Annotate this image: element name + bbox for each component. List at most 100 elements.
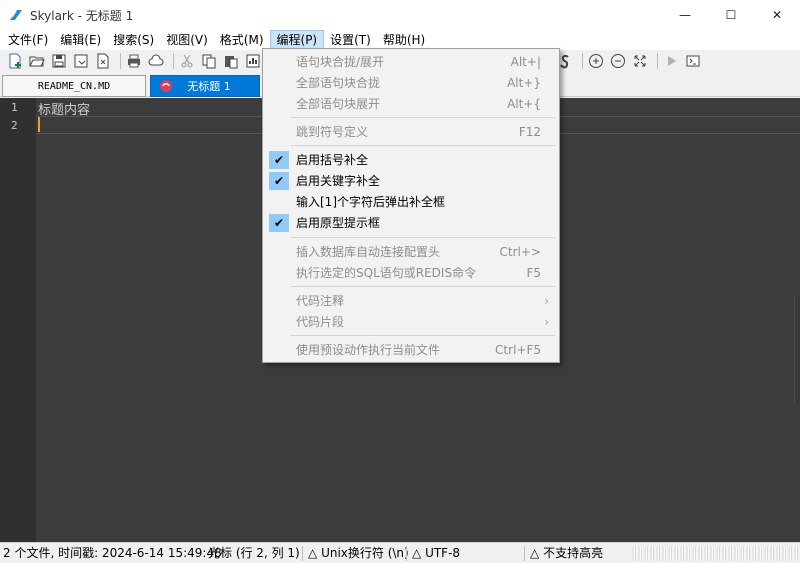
paste-icon	[225, 56, 238, 69]
scissors-icon	[181, 54, 193, 68]
menu-file[interactable]: 文件(F)	[2, 30, 54, 50]
play-icon	[668, 56, 676, 66]
chart-button[interactable]	[244, 52, 262, 70]
menu-item-goto-definition[interactable]: 跳到符号定义 F12	[263, 121, 559, 142]
menu-view[interactable]: 视图(V)	[160, 30, 214, 50]
print-button[interactable]	[125, 52, 143, 70]
toolbar-separator	[120, 53, 121, 69]
menu-separator	[291, 117, 555, 118]
menu-format[interactable]: 格式(M)	[214, 30, 270, 50]
menu-edit[interactable]: 编辑(E)	[54, 30, 107, 50]
tab-label: 无标题 1	[187, 80, 231, 93]
zoom-out-icon	[611, 54, 625, 68]
cloud-button[interactable]	[147, 52, 165, 70]
menu-item-unfold-all[interactable]: 全部语句块展开 Alt+{	[263, 93, 559, 114]
zoom-in-icon	[589, 54, 603, 68]
toolbar-separator	[173, 53, 174, 69]
status-highlight-label: 不支持高亮	[543, 546, 604, 560]
terminal-button[interactable]	[684, 52, 702, 70]
status-bar: 2 个文件, 时间戳: 2024-6-14 15:49:48 光标 (行 2, …	[0, 542, 800, 563]
tab-label: README_CN.MD	[37, 80, 111, 92]
menu-item-code-comment[interactable]: 代码注释 ›	[263, 290, 559, 311]
skylark-app-icon	[10, 10, 22, 20]
menu-item-bracket-completion[interactable]: ✔ 启用括号补全	[263, 149, 559, 170]
folder-open-icon	[29, 56, 45, 67]
window-controls: — ☐ ✕	[662, 0, 800, 30]
status-line-ending-label: Unix换行符 (\n)	[321, 546, 409, 560]
line-number: 2	[11, 119, 18, 132]
triangle-icon: △	[530, 546, 540, 560]
text-caret	[38, 117, 40, 132]
paste-button[interactable]	[222, 52, 240, 70]
menu-item-completion-popup-threshold[interactable]: 输入[1]个字符后弹出补全框	[263, 191, 559, 212]
menu-separator	[291, 335, 555, 336]
line-number-gutter: 1 2	[0, 98, 36, 542]
menu-settings[interactable]: 设置(T)	[324, 30, 377, 50]
minimize-button[interactable]: —	[662, 0, 708, 30]
menu-separator	[291, 237, 555, 238]
tab-readme[interactable]: README_CN.MD	[2, 75, 146, 97]
save-as-button[interactable]	[72, 52, 90, 70]
cloud-icon	[148, 54, 164, 66]
save-button[interactable]	[50, 52, 68, 70]
vertical-scrollbar[interactable]	[794, 296, 800, 404]
menu-help[interactable]: 帮助(H)	[377, 30, 431, 50]
menu-separator	[291, 286, 555, 287]
close-button[interactable]: ✕	[754, 0, 800, 30]
toolbar-right-group	[556, 52, 706, 70]
new-file-icon	[9, 53, 21, 69]
window-title: Skylark - 无标题 1	[30, 8, 134, 23]
menu-programming[interactable]: 编程(P)	[269, 30, 325, 50]
status-divider	[524, 546, 525, 561]
status-highlight[interactable]: △ 不支持高亮	[530, 545, 603, 562]
status-line-ending[interactable]: △ Unix换行符 (\n)	[308, 545, 409, 562]
menu-search[interactable]: 搜索(S)	[107, 30, 160, 50]
status-file-info: 2 个文件, 时间戳: 2024-6-14 15:49:48	[3, 546, 222, 560]
status-encoding-label: UTF-8	[425, 546, 461, 560]
fullscreen-button[interactable]	[631, 52, 649, 70]
code-line: 标题内容	[38, 103, 91, 118]
status-cursor: 光标 (行 2, 列 1)	[208, 546, 300, 560]
file-modified-icon	[160, 80, 173, 92]
menu-item-fold-all[interactable]: 全部语句块合拢 Alt+}	[263, 72, 559, 93]
menu-item-run-preset-action[interactable]: 使用预设动作执行当前文件 Ctrl+F5	[263, 339, 559, 360]
status-encoding[interactable]: △ UTF-8	[412, 545, 460, 562]
menu-separator	[291, 145, 555, 146]
copy-button[interactable]	[200, 52, 218, 70]
terminal-icon	[686, 55, 700, 67]
new-file-button[interactable]	[6, 52, 24, 70]
menu-item-insert-db-config[interactable]: 插入数据库自动连接配置头 Ctrl+>	[263, 241, 559, 262]
zoom-out-button[interactable]	[609, 52, 627, 70]
line-number: 1	[11, 101, 18, 114]
open-file-button[interactable]	[28, 52, 46, 70]
chevron-right-icon: ›	[544, 293, 549, 308]
menu-bar: 文件(F) 编辑(E) 搜索(S) 视图(V) 格式(M) 编程(P) 设置(T…	[0, 30, 800, 50]
menu-item-prototype-tooltip[interactable]: ✔ 启用原型提示框	[263, 212, 559, 233]
menu-item-toggle-fold[interactable]: 语句块合拢/展开 Alt+|	[263, 51, 559, 72]
fullscreen-icon	[634, 55, 646, 67]
toolbar-separator	[657, 53, 658, 69]
maximize-icon: ☐	[725, 8, 737, 22]
close-icon: ✕	[771, 8, 783, 22]
menu-item-code-snippets[interactable]: 代码片段 ›	[263, 311, 559, 332]
status-divider	[302, 546, 303, 561]
close-file-icon	[97, 53, 109, 69]
menu-item-execute-sql[interactable]: 执行选定的SQL语句或REDIS命令 F5	[263, 262, 559, 283]
check-icon: ✔	[269, 214, 289, 232]
chart-icon	[246, 54, 260, 68]
close-file-button[interactable]	[94, 52, 112, 70]
menu-item-keyword-completion[interactable]: ✔ 启用关键字补全	[263, 170, 559, 191]
tab-untitled-1[interactable]: 无标题 1	[150, 75, 260, 97]
skylark-window: Skylark - 无标题 1 — ☐ ✕ 文件(F) 编辑(E) 搜索(S) …	[0, 0, 800, 563]
copy-icon	[202, 54, 216, 69]
programming-menu-dropdown: 语句块合拢/展开 Alt+| 全部语句块合拢 Alt+} 全部语句块展开 Alt…	[262, 48, 560, 363]
cut-button[interactable]	[178, 52, 196, 70]
maximize-button[interactable]: ☐	[708, 0, 754, 30]
zoom-in-button[interactable]	[587, 52, 605, 70]
triangle-icon: △	[308, 546, 318, 560]
save-as-icon	[74, 54, 88, 68]
save-icon	[52, 54, 66, 68]
status-resize-grip	[632, 546, 798, 561]
run-button[interactable]	[662, 52, 680, 70]
chevron-right-icon: ›	[544, 314, 549, 329]
